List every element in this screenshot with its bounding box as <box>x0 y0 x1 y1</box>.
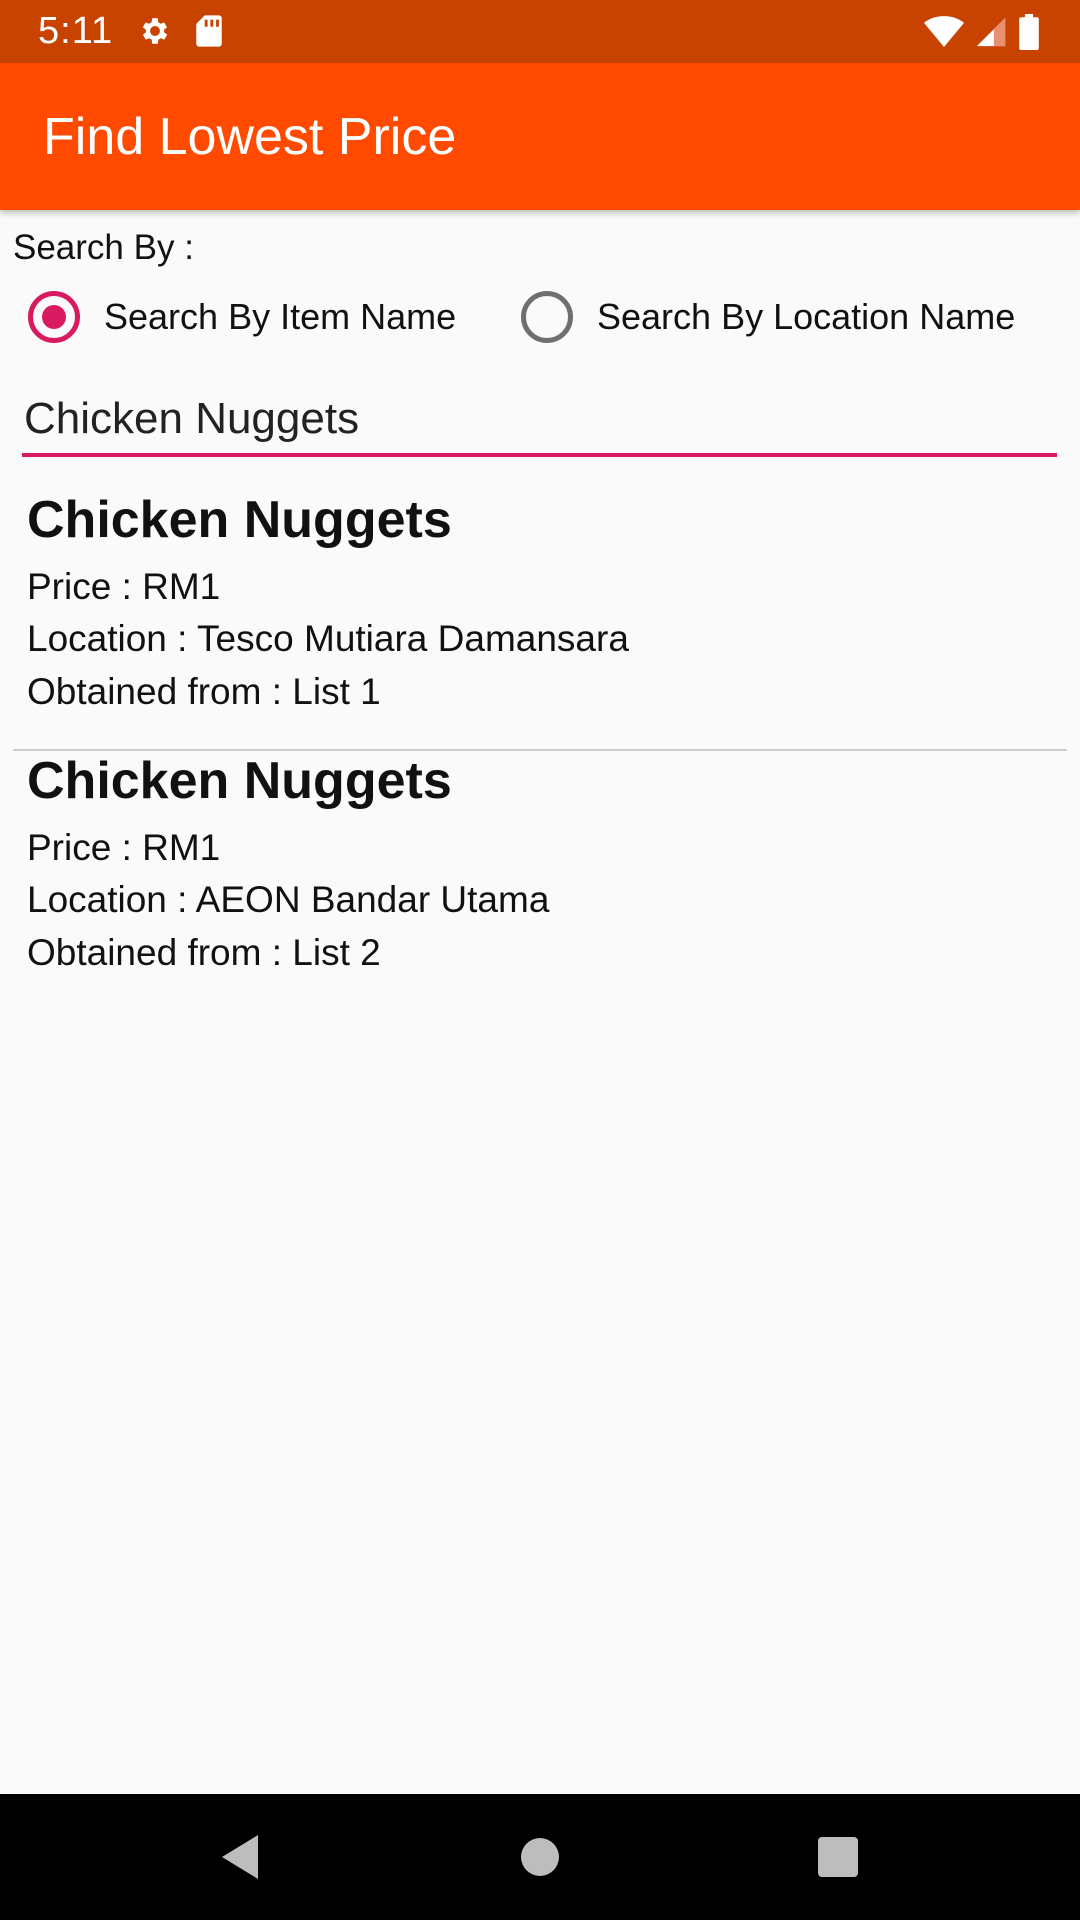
item-source: Obtained from : List 2 <box>27 932 381 973</box>
battery-icon <box>1018 14 1040 55</box>
list-item[interactable]: Chicken Nuggets Price : RM1 Location : A… <box>13 751 1067 1010</box>
result-list: Chicken Nuggets Price : RM1 Location : T… <box>13 490 1067 1010</box>
status-bar: 5:11 <box>0 0 1080 63</box>
page-title: Find Lowest Price <box>43 108 457 166</box>
list-item[interactable]: Chicken Nuggets Price : RM1 Location : T… <box>13 490 1067 749</box>
radio-item-name-label[interactable]: Search By Item Name <box>104 296 456 338</box>
item-location: Location : Tesco Mutiara Damansara <box>27 618 629 659</box>
item-name: Chicken Nuggets <box>27 491 452 549</box>
radio-location-name-label[interactable]: Search By Location Name <box>597 296 1015 338</box>
item-name: Chicken Nuggets <box>27 752 452 810</box>
item-price: Price : RM1 <box>27 566 221 607</box>
home-icon[interactable] <box>512 1829 568 1885</box>
search-input[interactable] <box>22 385 1057 457</box>
radio-location-name[interactable]: Search By Location Name <box>521 285 1015 349</box>
recents-icon[interactable] <box>810 1829 866 1885</box>
back-icon[interactable] <box>212 1829 268 1885</box>
gear-icon <box>138 14 172 53</box>
wifi-icon <box>924 15 964 54</box>
signal-icon <box>974 15 1008 54</box>
sd-card-icon <box>194 14 224 53</box>
status-time: 5:11 <box>38 10 114 52</box>
navigation-bar <box>0 1794 1080 1920</box>
item-location: Location : AEON Bandar Utama <box>27 879 550 920</box>
item-price: Price : RM1 <box>27 827 221 868</box>
app-bar: Find Lowest Price <box>0 63 1080 210</box>
search-by-label: Search By : <box>13 228 194 267</box>
radio-button-unchecked-icon[interactable] <box>521 291 573 343</box>
radio-button-checked-icon[interactable] <box>28 291 80 343</box>
item-source: Obtained from : List 1 <box>27 671 381 712</box>
radio-item-name[interactable]: Search By Item Name <box>28 285 456 349</box>
